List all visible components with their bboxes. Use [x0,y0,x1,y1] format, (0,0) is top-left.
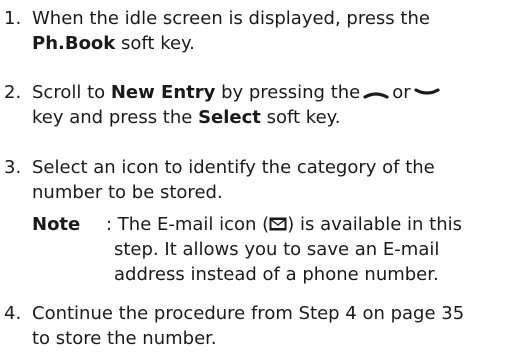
step-number: 1. [4,8,22,29]
step-text: Scroll to New Entry by pressing the or ke… [32,80,525,130]
note-label: Note [32,214,81,235]
menu-new-entry: New Entry [110,82,216,103]
step-line: When the idle screen is displayed, press… [32,8,430,29]
step-text: Select an icon to identify the category … [32,155,525,205]
softkey-phbook: Ph.Book [32,33,116,54]
step-line: Ph.Book soft key. [32,33,195,54]
step-line: Scroll to New Entry by pressing the or [32,80,525,105]
step-line: Select an icon to identify the category … [32,157,435,178]
step-line: to store the number. [32,328,217,349]
step-number: 3. [4,157,22,178]
step-line: number to be stored. [32,182,223,203]
note-text: step. It allows you to save an E-mail ad… [114,237,527,287]
softkey-select: Select [198,107,261,128]
note-line: step. It allows you to save an E-mail [114,239,440,260]
step-text: When the idle screen is displayed, press… [32,6,525,56]
email-icon [269,217,287,231]
step-line: key and press the Select soft key. [32,107,341,128]
step-number: 2. [4,82,22,103]
note-line: : The E-mail icon () is available in thi… [106,214,463,235]
nav-up-key-icon [363,92,389,99]
step-number: 4. [4,303,22,324]
step-line: Continue the procedure from Step 4 on pa… [32,303,465,324]
nav-down-key-icon [414,88,440,95]
note-line: address instead of a phone number. [114,264,439,285]
step-text: Continue the procedure from Step 4 on pa… [32,301,525,351]
instruction-page: 1. When the idle screen is displayed, pr… [0,0,527,357]
